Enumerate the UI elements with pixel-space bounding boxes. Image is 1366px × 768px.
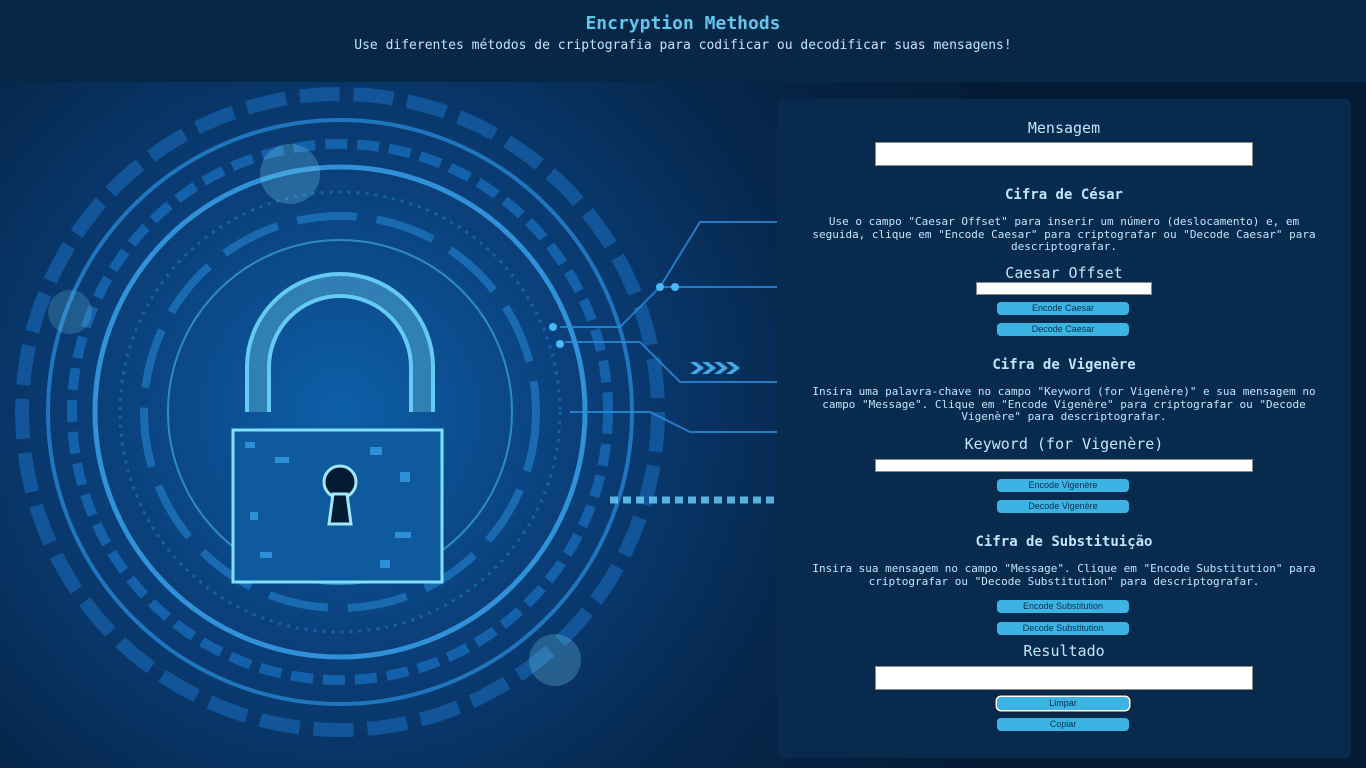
page-header: Encryption Methods Use diferentes método…: [0, 0, 1366, 82]
substitution-title: Cifra de Substituição: [975, 534, 1153, 550]
vigenere-title: Cifra de Vigenère: [992, 357, 1136, 373]
page-subtitle: Use diferentes métodos de criptografia p…: [354, 38, 1012, 53]
clear-button[interactable]: Limpar: [997, 697, 1129, 710]
decode-substitution-button[interactable]: Decode Substitution: [997, 622, 1129, 635]
caesar-offset-label: Caesar Offset: [1005, 264, 1123, 282]
result-label: Resultado: [1023, 642, 1105, 660]
message-textarea[interactable]: [875, 142, 1253, 166]
caesar-description: Use o campo "Caesar Offset" para inserir…: [812, 215, 1316, 253]
padlock-icon: [231, 272, 444, 584]
encode-vigenere-button[interactable]: Encode Vigenère: [997, 479, 1129, 492]
encryption-panel: Mensagem Cifra de César Use o campo "Cae…: [777, 99, 1351, 758]
copy-button[interactable]: Copiar: [997, 718, 1129, 731]
decode-vigenere-button[interactable]: Decode Vigenère: [997, 500, 1129, 513]
vigenere-keyword-input[interactable]: [875, 459, 1253, 472]
encode-caesar-button[interactable]: Encode Caesar: [997, 302, 1129, 315]
substitution-description: Insira sua mensagem no campo "Message". …: [812, 562, 1316, 588]
vigenere-description: Insira uma palavra-chave no campo "Keywo…: [812, 385, 1316, 423]
padlock-circuit-art: [15, 87, 780, 737]
caesar-offset-input[interactable]: [976, 282, 1152, 295]
caesar-title: Cifra de César: [1004, 187, 1123, 203]
message-label: Mensagem: [1027, 119, 1101, 137]
vigenere-keyword-label: Keyword (for Vigenère): [964, 435, 1164, 453]
page-title: Encryption Methods: [585, 13, 781, 34]
encode-substitution-button[interactable]: Encode Substitution: [997, 600, 1129, 613]
result-textarea[interactable]: [875, 666, 1253, 690]
decode-caesar-button[interactable]: Decode Caesar: [997, 323, 1129, 336]
